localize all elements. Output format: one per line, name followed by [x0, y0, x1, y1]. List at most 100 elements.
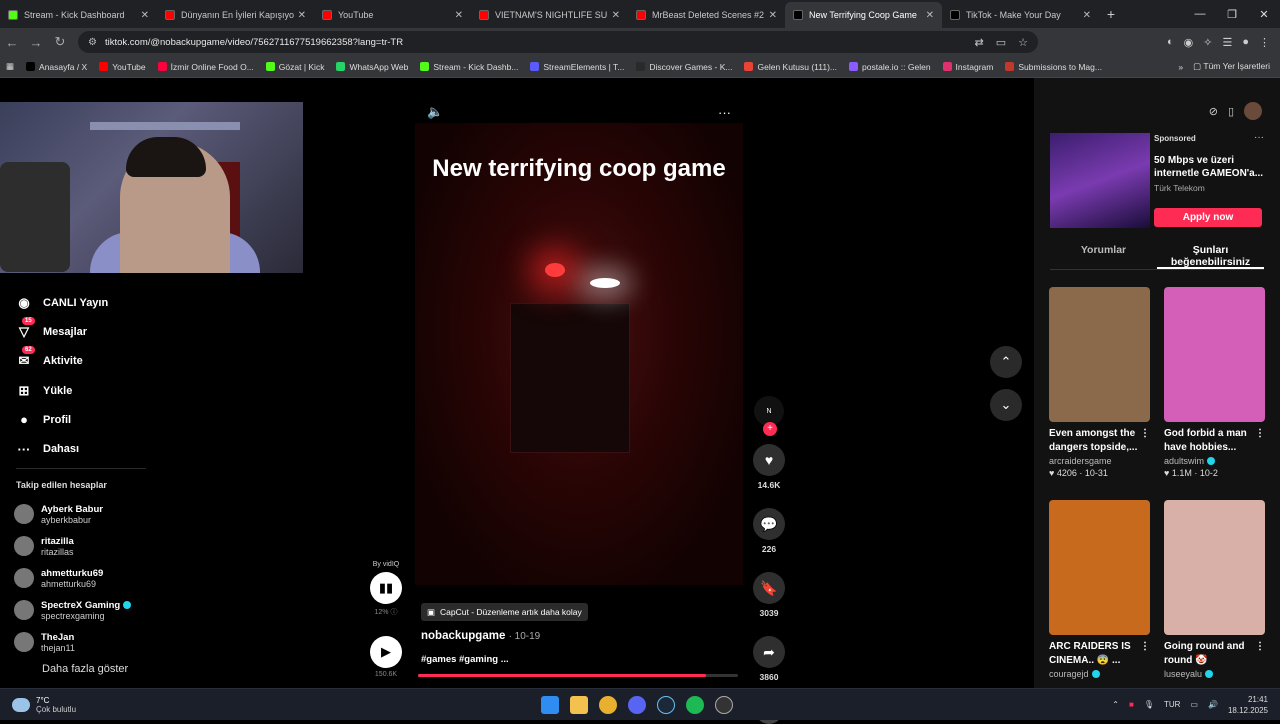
profile-icon[interactable]: ● [1242, 36, 1249, 49]
bookmark-item[interactable]: Stream - Kick Dashb... [420, 62, 518, 72]
bookmark-item[interactable]: Gelen Kutusu (111)... [744, 62, 837, 72]
reload-icon[interactable]: ↻ [48, 34, 72, 50]
bookmarks-folder[interactable]: ▢ Tüm Yer İşaretleri [1193, 61, 1270, 72]
capcut-tag[interactable]: ▣ CapCut - Düzenleme artık daha kolay [421, 603, 588, 621]
close-window-icon[interactable]: ✕ [1248, 8, 1280, 21]
new-tab-button[interactable]: + [1099, 6, 1123, 22]
bookmark-item[interactable]: StreamElements | T... [530, 62, 624, 72]
video-author[interactable]: nobackupgame · 10-19 [421, 630, 540, 642]
chevron-down-icon[interactable]: ⌄ [990, 389, 1022, 421]
recommended-video-card[interactable]: ARC RAIDERS IS CINEMA.. 😨 ... ⋮ couragejd [1049, 500, 1150, 713]
sidebar-item[interactable]: ◉ CANLI Yayın [14, 288, 194, 317]
card-more-icon[interactable]: ⋮ [1140, 640, 1150, 668]
follow-plus-icon[interactable]: + [763, 422, 777, 436]
bookmark-icon[interactable]: 🔖 [753, 572, 785, 604]
browser-menu-icon[interactable]: ⋮ [1259, 36, 1270, 49]
recommended-video-card[interactable]: Even amongst the dangers topside,... ⋮ arc… [1049, 287, 1150, 500]
bookmark-item[interactable]: İzmir Online Food O... [157, 62, 254, 72]
steam-icon[interactable] [657, 696, 675, 714]
browser-tab[interactable]: YouTube ✕ [314, 2, 471, 28]
bookmark-item[interactable]: Gözat | Kick [265, 62, 324, 72]
translate-icon[interactable]: ⇄ [975, 36, 984, 49]
bookmark-item[interactable]: Discover Games - K... [636, 62, 732, 72]
following-item[interactable]: SpectreX Gaming spectrexgaming [14, 594, 214, 626]
file-explorer-icon[interactable] [570, 696, 588, 714]
volume-icon[interactable]: 🔈 [427, 104, 443, 120]
bookmark-item[interactable]: WhatsApp Web [336, 62, 408, 72]
weather-widget[interactable]: 7°C Çok bulutlu [12, 696, 76, 714]
site-info-icon[interactable]: ⚙ [88, 37, 97, 48]
discord-icon[interactable] [628, 696, 646, 714]
tray-expand-icon[interactable]: ⌃ [1112, 700, 1119, 709]
close-tab-icon[interactable]: ✕ [1083, 10, 1091, 21]
video-progress-bar[interactable] [418, 674, 738, 677]
bookmark-item[interactable]: postale.io :: Gelen [849, 62, 931, 72]
browser-tab[interactable]: Dünyanın En İyileri Kapışıyor! 2 ✕ [157, 2, 314, 28]
recommended-video-card[interactable]: Going round and round 🤡 ⋮ luseeyalu [1164, 500, 1265, 713]
language-indicator[interactable]: TUR [1164, 700, 1180, 709]
video-thumbnail[interactable] [1049, 500, 1150, 635]
windows-start-icon[interactable] [541, 696, 559, 714]
forward-icon[interactable]: → [24, 35, 48, 50]
card-more-icon[interactable]: ⋮ [1255, 427, 1265, 455]
extension-icon[interactable]: ◉ [1184, 36, 1194, 49]
video-thumbnail[interactable] [1049, 287, 1150, 422]
video-thumbnail[interactable] [1164, 287, 1265, 422]
like-action[interactable]: ♥ 14.6K [752, 444, 786, 490]
tab-comments[interactable]: Yorumlar [1050, 244, 1157, 269]
microphone-icon[interactable]: 🎙 [1144, 700, 1154, 709]
sidebar-item[interactable]: ✉ 62 Aktivite [14, 346, 194, 376]
network-icon[interactable]: ▭ [1190, 700, 1198, 709]
restore-icon[interactable]: ❐ [1216, 8, 1248, 21]
bookmark-item[interactable]: Submissions to Mag... [1005, 62, 1102, 72]
close-tab-icon[interactable]: ✕ [455, 10, 463, 21]
address-bar[interactable]: ⚙ tiktok.com/@nobackupgame/video/7562711… [78, 31, 1038, 53]
browser-tab[interactable]: TikTok - Make Your Day ✕ [942, 2, 1099, 28]
chevron-up-icon[interactable]: ⌃ [990, 346, 1022, 378]
creator-avatar[interactable]: N + [754, 396, 784, 436]
info-icon[interactable]: ⓘ [390, 609, 397, 616]
cast-icon[interactable]: ▭ [996, 36, 1006, 49]
sidebar-item[interactable]: ··· Dahası [14, 434, 194, 463]
close-tab-icon[interactable]: ✕ [298, 10, 306, 21]
heart-icon[interactable]: ♥ [753, 444, 785, 476]
close-tab-icon[interactable]: ✕ [926, 10, 934, 21]
obs-icon[interactable] [715, 696, 733, 714]
reading-list-icon[interactable]: ☰ [1222, 36, 1232, 49]
video-more-icon[interactable]: ··· [718, 105, 731, 120]
back-icon[interactable]: ← [0, 35, 24, 50]
ad-thumbnail[interactable] [1050, 133, 1150, 228]
bookmark-star-icon[interactable]: ☆ [1018, 36, 1028, 49]
card-more-icon[interactable]: ⋮ [1140, 427, 1150, 455]
video-thumbnail[interactable] [1164, 500, 1265, 635]
video-player[interactable]: New terrifying coop game [415, 123, 743, 585]
chrome-icon[interactable] [599, 696, 617, 714]
sidebar-item[interactable]: ▽ 15 Mesajlar [14, 316, 194, 346]
following-item[interactable]: Ayberk Babur ayberkbabur [14, 498, 214, 530]
device-icon[interactable]: ▯ [1228, 105, 1234, 118]
extensions-puzzle-icon[interactable]: ✧ [1203, 36, 1212, 49]
following-item[interactable]: ahmetturku69 ahmetturku69 [14, 562, 214, 594]
bookmark-item[interactable]: Instagram [942, 62, 993, 72]
show-more-link[interactable]: Daha fazla göster [42, 663, 128, 675]
share-icon[interactable]: ➦ [753, 636, 785, 668]
close-tab-icon[interactable]: ✕ [141, 10, 149, 21]
bookmark-item[interactable]: Anasayfa / X [26, 62, 87, 72]
video-hashtags[interactable]: #games #gaming ... [421, 654, 509, 665]
close-tab-icon[interactable]: ✕ [769, 10, 777, 21]
extension-icon[interactable]: ◐ [1167, 36, 1174, 49]
tray-app-icon[interactable]: ■ [1129, 700, 1134, 709]
browser-tab[interactable]: VIETNAM'S NIGHTLIFE SURPRI ✕ [471, 2, 628, 28]
speaker-icon[interactable]: 🔊 [1208, 700, 1218, 709]
comment-action[interactable]: 💬 226 [752, 508, 786, 554]
bookmark-item[interactable]: YouTube [99, 62, 146, 72]
browser-tab[interactable]: MrBeast Deleted Scenes #2 - Y ✕ [628, 2, 785, 28]
save-action[interactable]: 🔖 3039 [752, 572, 786, 618]
ad-title[interactable]: 50 Mbps ve üzeri internetle GAMEON'a... [1154, 154, 1264, 180]
browser-tab[interactable]: Stream - Kick Dashboard ✕ [0, 2, 157, 28]
following-item[interactable]: ritazilla ritazillas [14, 530, 214, 562]
comment-icon[interactable]: 💬 [753, 508, 785, 540]
play-button[interactable]: ▶ [370, 636, 402, 668]
following-item[interactable]: TheJan thejan11 [14, 626, 214, 658]
compass-icon[interactable]: ⊘ [1209, 105, 1218, 118]
